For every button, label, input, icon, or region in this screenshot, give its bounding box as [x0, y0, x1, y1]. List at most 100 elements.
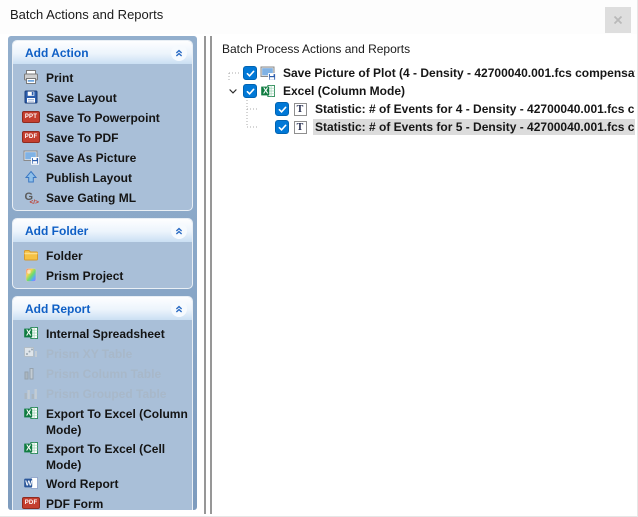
batch-process-title: Batch Process Actions and Reports: [222, 42, 411, 56]
title-bar: Batch Actions and Reports: [0, 0, 637, 34]
sidebar-item-save-to-powerpoint[interactable]: PPT Save To Powerpoint: [21, 107, 190, 127]
sidebar-item-print[interactable]: Print: [23, 67, 190, 87]
tree-expander[interactable]: [258, 102, 272, 116]
tree-connector: [226, 64, 240, 82]
svg-text:X: X: [26, 329, 32, 338]
sidebar-item-label: Export To Excel (Column Mode): [46, 407, 188, 437]
floppy-icon: [23, 89, 39, 105]
sidebar-item-prism-column-table: Prism Column Table: [23, 363, 190, 383]
text-t-icon: T: [292, 101, 308, 117]
section-items: Folder Prism Project: [13, 242, 192, 288]
gatingml-icon: G </>: [23, 189, 40, 205]
sidebar-item-folder[interactable]: Folder: [23, 245, 190, 265]
sidebar-item-label: Save To Powerpoint: [46, 111, 160, 125]
sidebar-item-label: PDF Form: [46, 497, 104, 510]
tree-row-1[interactable]: X Excel (Column Mode): [218, 82, 635, 100]
column-chart-icon: [23, 365, 39, 381]
publish-icon: [23, 169, 39, 185]
sidebar-item-label: Word Report: [46, 477, 119, 491]
sidebar-item-publish-layout[interactable]: Publish Layout: [23, 167, 190, 187]
sidebar-section-add-report: Add Report X Internal Spreadsheet Prism …: [12, 296, 193, 510]
svg-text:X: X: [263, 87, 269, 96]
sidebar-item-save-as-picture[interactable]: Save As Picture: [23, 147, 190, 167]
pdf-icon: PDF: [21, 495, 41, 510]
excel-icon: X: [260, 83, 276, 99]
section-title: Add Report: [25, 301, 91, 316]
sidebar-item-label: Publish Layout: [46, 171, 133, 185]
close-icon: [613, 15, 623, 25]
text-t-icon: T: [292, 119, 308, 135]
section-title: Add Action: [25, 45, 89, 60]
sidebar-item-save-to-pdf[interactable]: PDF Save To PDF: [21, 127, 190, 147]
splitter-line-left[interactable]: [204, 36, 206, 514]
sidebar-section-add-folder: Add Folder Folder Prism Project: [12, 218, 193, 289]
prism-icon: [23, 267, 39, 283]
sidebar-item-label: Internal Spreadsheet: [46, 327, 165, 341]
tree-expander[interactable]: [258, 120, 272, 134]
sidebar-item-label: Export To Excel (Cell Mode): [46, 442, 166, 472]
grouped-chart-icon: [23, 385, 39, 401]
tree-row-0[interactable]: Save Picture of Plot (4 - Density - 4270…: [218, 64, 635, 82]
sidebar-item-internal-spreadsheet[interactable]: X Internal Spreadsheet: [23, 323, 190, 343]
sidebar-item-label: Save Gating ML: [46, 191, 137, 205]
close-button[interactable]: [605, 7, 631, 33]
sidebar-item-prism-xy-table: Prism XY Table: [23, 343, 190, 363]
tree-item-label: Save Picture of Plot (4 - Density - 4270…: [283, 66, 635, 80]
section-header[interactable]: Add Report: [13, 297, 192, 320]
xy-chart-icon: [23, 345, 39, 361]
section-title: Add Folder: [25, 223, 89, 238]
word-icon: W: [23, 475, 39, 491]
sidebar-item-label: Prism Grouped Table: [46, 387, 167, 401]
tree-row-2[interactable]: T Statistic: # of Events for 4 - Density…: [218, 100, 635, 118]
excel-icon: X: [23, 440, 39, 456]
chevron-double-up-icon[interactable]: [171, 300, 187, 317]
window-title: Batch Actions and Reports: [10, 7, 164, 22]
chevron-double-up-icon[interactable]: [171, 222, 187, 239]
sidebar-item-label: Prism XY Table: [46, 347, 133, 361]
tree-expander-chevron-down-icon[interactable]: [226, 84, 240, 98]
excel-icon: X: [23, 325, 39, 341]
svg-text:W: W: [25, 478, 33, 487]
pdf-icon: PDF: [21, 129, 41, 145]
chevron-double-up-icon[interactable]: [171, 44, 187, 61]
sidebar-item-label: Prism Column Table: [46, 367, 162, 381]
sidebar-item-label: Save As Picture: [46, 151, 137, 165]
tree-item-label: Statistic: # of Events for 4 - Density -…: [315, 102, 635, 116]
sidebar-item-label: Save Layout: [46, 91, 117, 105]
splitter-line-right[interactable]: [210, 36, 212, 514]
ppt-icon: PPT: [21, 109, 41, 125]
section-items: Print Save Layout PPT Save To Powerpoint…: [13, 64, 192, 210]
tree-checkbox-checked[interactable]: [275, 102, 289, 116]
tree-connector: [226, 118, 258, 136]
tree-item-label: Excel (Column Mode): [283, 84, 406, 98]
sidebar-item-export-to-excel-column-mode[interactable]: X Export To Excel (Column Mode): [23, 403, 190, 438]
sidebar-item-label: Save To PDF: [46, 131, 119, 145]
tree-row-3[interactable]: T Statistic: # of Events for 5 - Density…: [218, 118, 635, 136]
section-header[interactable]: Add Action: [13, 41, 192, 64]
sidebar-item-prism-project[interactable]: Prism Project: [23, 265, 190, 285]
sidebar-item-pdf-form[interactable]: PDF PDF Form: [21, 493, 190, 510]
excel-icon: X: [23, 405, 39, 421]
tree-checkbox-checked[interactable]: [275, 120, 289, 134]
svg-text:X: X: [26, 444, 32, 453]
sidebar-item-export-to-excel-cell-mode[interactable]: X Export To Excel (Cell Mode): [23, 438, 190, 473]
sidebar-item-save-gating-ml[interactable]: G </> Save Gating ML: [23, 187, 190, 207]
sidebar-section-add-action: Add Action Print Save Layout PPT Save To…: [12, 40, 193, 211]
sidebar-item-label: Folder: [46, 249, 83, 263]
sidebar-item-label: Print: [46, 71, 74, 85]
batch-process-panel: Batch Process Actions and Reports Save P…: [218, 36, 635, 516]
sidebar-item-word-report[interactable]: W Word Report: [23, 473, 190, 493]
tree-item-label: Statistic: # of Events for 5 - Density -…: [313, 119, 635, 135]
section-header[interactable]: Add Folder: [13, 219, 192, 242]
picture-icon: [23, 149, 39, 165]
tree-checkbox-checked[interactable]: [243, 84, 257, 98]
section-items: X Internal Spreadsheet Prism XY Table Pr…: [13, 320, 192, 510]
sidebar-item-label: Prism Project: [46, 269, 124, 283]
batch-tree: Save Picture of Plot (4 - Density - 4270…: [218, 64, 635, 136]
tree-connector: [226, 100, 258, 118]
sidebar-item-save-layout[interactable]: Save Layout: [23, 87, 190, 107]
svg-text:X: X: [26, 409, 32, 418]
printer-icon: [23, 69, 39, 85]
svg-text:</>: </>: [30, 199, 40, 205]
tree-checkbox-checked[interactable]: [243, 66, 257, 80]
